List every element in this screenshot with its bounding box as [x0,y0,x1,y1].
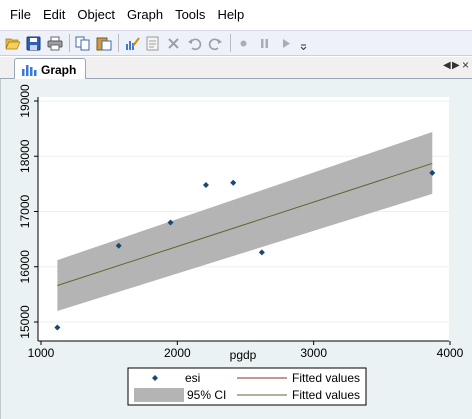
y-tick-label: 17000 [18,194,32,228]
copy-icon[interactable] [73,34,92,53]
record-icon[interactable] [234,34,253,53]
menu-help[interactable]: Help [211,4,250,26]
paste-icon[interactable] [94,34,113,53]
menu-object[interactable]: Object [71,4,121,26]
x-tick-label: 1000 [28,346,55,360]
y-tick-label: 15000 [18,305,32,339]
close-icon[interactable]: × [462,58,469,72]
toolbar-separator [118,34,119,52]
legend-label-fitted-2: Fitted values [292,388,360,402]
pointer-icon[interactable] [164,34,183,53]
save-icon[interactable] [24,34,43,53]
undo-icon[interactable] [185,34,204,53]
scroll-right-icon[interactable]: ▶ [452,60,460,71]
legend-label-ci: 95% CI [187,388,226,402]
legend-swatch-ci [134,388,184,402]
menu-graph[interactable]: Graph [121,4,169,26]
x-tick-label: 3000 [300,346,327,360]
toolbar-separator [230,34,231,52]
menu-file[interactable]: File [4,4,37,26]
legend-label-fitted-1: Fitted values [292,371,360,385]
tab-strip: Graph ◀ ▶ × [0,57,472,80]
tab-graph[interactable]: Graph [14,58,86,80]
object-browser-icon[interactable] [143,34,162,53]
x-axis-title: pgdp [230,348,257,362]
toolbar [0,30,472,56]
toolbar-separator [69,34,70,52]
open-icon[interactable] [3,34,22,53]
scroll-left-icon[interactable]: ◀ [443,60,451,71]
y-tick-label: 19000 [18,84,32,118]
print-icon[interactable] [45,34,64,53]
y-tick-label: 18000 [18,139,32,173]
pause-icon[interactable] [255,34,274,53]
play-icon[interactable] [276,34,295,53]
legend-label-esi: esi [185,371,200,385]
scatter-chart: 1000 2000 3000 4000 15000 16000 17000 18000 190… [18,84,464,406]
menu-bar: File Edit Object Graph Tools Help [0,0,472,30]
x-tick-label: 2000 [164,346,191,360]
menu-edit[interactable]: Edit [37,4,71,26]
bar-chart-icon [22,65,37,76]
x-tick-label: 4000 [437,346,464,360]
tab-graph-label: Graph [41,62,77,77]
graph-editor-icon[interactable] [122,34,141,53]
redo-icon[interactable] [206,34,225,53]
menu-tools[interactable]: Tools [169,4,211,26]
y-tick-label: 16000 [18,250,32,284]
graph-area: 1000 2000 3000 4000 15000 16000 17000 18000 190… [0,79,472,419]
toolbar-overflow-icon[interactable] [299,36,307,50]
